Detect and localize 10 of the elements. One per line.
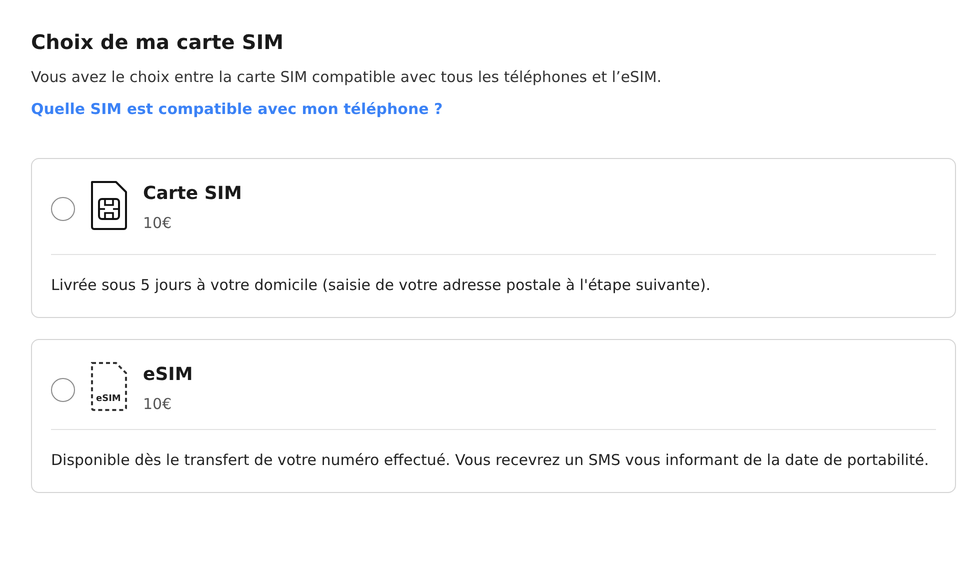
option-description: Disponible dès le transfert de votre numéro effectué. Vous recevrez un SMS vous informant de la date de portabilité. xyxy=(51,450,930,471)
option-name: eSIM xyxy=(143,364,193,385)
intro-text: Vous avez le choix entre la carte SIM compatible avec tous les téléphones et l’eSIM. xyxy=(31,68,663,86)
esim-icon-label: eSIM xyxy=(96,394,121,404)
option-price: 10€ xyxy=(143,214,173,232)
section-title: Choix de ma carte SIM xyxy=(31,30,285,54)
option-description: Livrée sous 5 jours à votre domicile (saisie de votre adresse postale à l'étape suivante). xyxy=(51,275,712,296)
option-price: 10€ xyxy=(143,395,173,413)
help-link[interactable]: Quelle SIM est compatible avec mon téléphone ? xyxy=(31,100,443,118)
option-name: Carte SIM xyxy=(143,183,242,204)
